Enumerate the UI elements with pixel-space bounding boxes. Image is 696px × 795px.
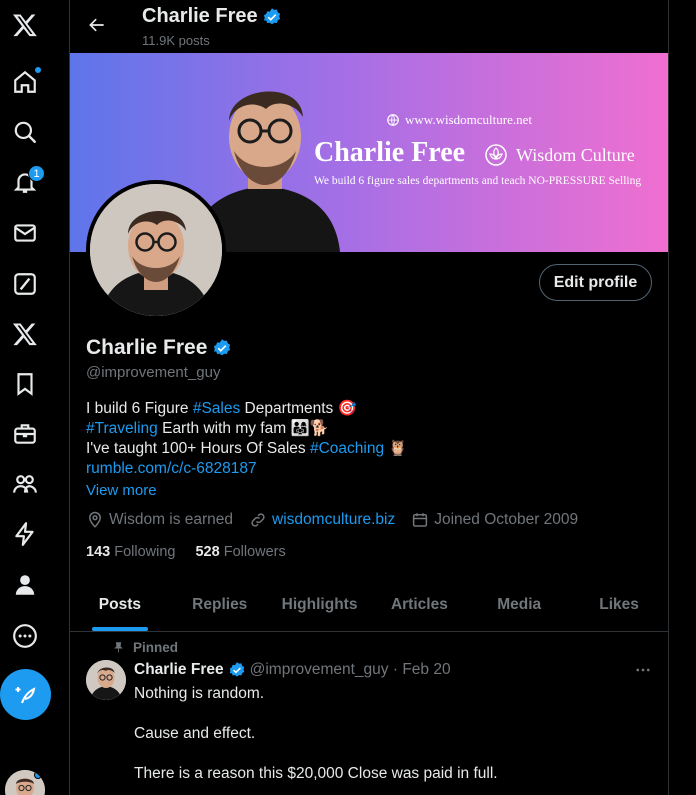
profile-avatar[interactable] xyxy=(86,180,226,320)
tab-posts[interactable]: Posts xyxy=(70,579,170,631)
profile-bio: I build 6 Figure #Sales Departments 🎯 #T… xyxy=(86,399,646,479)
tab-media[interactable]: Media xyxy=(469,579,569,631)
globe-icon xyxy=(387,114,399,126)
banner-brand: Wisdom Culture xyxy=(516,145,635,165)
compose-post-button[interactable] xyxy=(0,669,51,720)
edit-profile-button[interactable]: Edit profile xyxy=(539,264,652,301)
notifications-icon[interactable]: 1 xyxy=(5,162,45,202)
feather-plus-icon xyxy=(15,686,35,703)
verified-badge-icon xyxy=(229,662,244,677)
calendar-icon xyxy=(413,513,428,527)
banner-tagline: We build 6 figure sales departments and … xyxy=(314,175,642,187)
account-avatar[interactable] xyxy=(5,770,45,795)
header-post-count: 11.9K posts xyxy=(142,33,210,48)
hashtag-link[interactable]: #Sales xyxy=(193,400,240,417)
left-nav: 1 xyxy=(0,0,70,795)
hashtag-link[interactable]: #Coaching xyxy=(310,440,384,457)
post-handle-date: @improvement_guy · Feb 20 xyxy=(249,661,451,678)
hashtag-link[interactable]: #Traveling xyxy=(86,420,158,437)
pin-icon xyxy=(114,642,123,653)
header-name: Charlie Free xyxy=(142,5,282,28)
wisdom-culture-logo xyxy=(485,144,507,166)
communities-icon[interactable] xyxy=(5,464,45,504)
home-icon[interactable] xyxy=(5,62,45,102)
profile-handle: @improvement_guy xyxy=(86,364,221,381)
explore-icon[interactable] xyxy=(5,112,45,152)
profile-header-bar: Charlie Free 11.9K posts xyxy=(70,0,668,53)
messages-icon[interactable] xyxy=(5,213,45,253)
tab-highlights[interactable]: Highlights xyxy=(270,579,370,631)
location-pin-icon xyxy=(88,511,102,528)
bio-line: rumble.com/c/c-6828187 xyxy=(86,459,646,479)
tab-articles[interactable]: Articles xyxy=(369,579,469,631)
x-logo-icon[interactable] xyxy=(5,5,45,45)
pinned-label: Pinned xyxy=(112,640,178,655)
link-icon xyxy=(251,513,265,527)
post-author-name[interactable]: Charlie Free xyxy=(134,661,224,679)
followers-link[interactable]: 528 Followers xyxy=(195,544,285,560)
back-arrow-icon[interactable] xyxy=(84,12,110,38)
verified-orgs-icon[interactable] xyxy=(5,514,45,554)
unread-dot xyxy=(34,771,42,779)
grok-icon[interactable] xyxy=(5,264,45,304)
profile-column: Charlie Free 11.9K posts www.wisdomcultu… xyxy=(70,0,669,795)
post-author-avatar[interactable] xyxy=(86,660,126,700)
unread-dot xyxy=(34,66,42,74)
post-header: Charlie Free @improvement_guy · Feb 20 xyxy=(134,661,451,679)
banner-url: www.wisdomculture.net xyxy=(386,112,532,128)
post-text: Nothing is random. Cause and effect. The… xyxy=(134,685,498,782)
profile-display-name: Charlie Free xyxy=(86,336,232,360)
following-link[interactable]: 143 Following xyxy=(86,544,175,560)
tab-likes[interactable]: Likes xyxy=(569,579,668,631)
joined-item: Joined October 2009 xyxy=(411,511,578,529)
location-item: Wisdom is earned xyxy=(86,511,233,529)
bio-line: I've taught 100+ Hours Of Sales #Coachin… xyxy=(86,440,408,457)
profile-icon[interactable] xyxy=(5,565,45,605)
tab-replies[interactable]: Replies xyxy=(170,579,270,631)
website-link[interactable]: wisdomculture.biz xyxy=(272,511,395,529)
profile-meta: Wisdom is earned wisdomculture.biz Joine… xyxy=(86,511,594,529)
profile-tabs: Posts Replies Highlights Articles Media … xyxy=(70,579,668,632)
more-options-icon[interactable] xyxy=(632,659,654,681)
website-item[interactable]: wisdomculture.biz xyxy=(249,511,395,529)
bio-line: #Traveling Earth with my fam 👨‍👩‍👧🐕 xyxy=(86,420,330,437)
bio-url-link[interactable]: rumble.com/c/c-6828187 xyxy=(86,460,257,477)
verified-badge-icon[interactable] xyxy=(212,338,232,358)
verified-badge-icon xyxy=(263,7,280,24)
premium-x-icon[interactable] xyxy=(5,314,45,354)
bio-line: I build 6 Figure #Sales Departments 🎯 xyxy=(86,400,357,417)
jobs-icon[interactable] xyxy=(5,414,45,454)
notifications-badge: 1 xyxy=(28,165,45,182)
view-more-link[interactable]: View more xyxy=(86,482,157,499)
more-icon[interactable] xyxy=(5,616,45,656)
banner-name: Charlie Free xyxy=(314,137,466,168)
bookmarks-icon[interactable] xyxy=(5,364,45,404)
follow-stats: 143 Following 528 Followers xyxy=(86,544,286,560)
